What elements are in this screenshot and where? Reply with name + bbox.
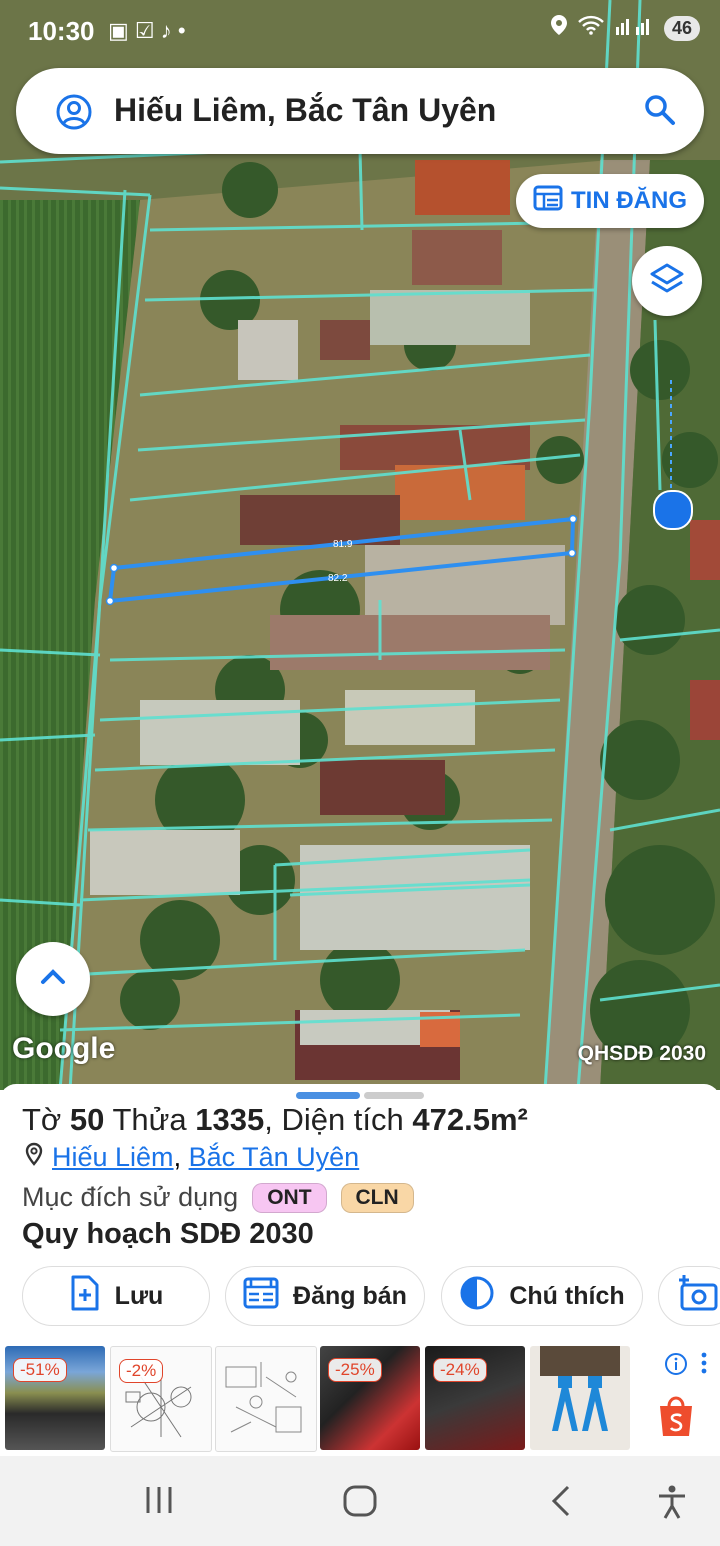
contrast-icon (459, 1275, 495, 1318)
ad-menu-icon[interactable] (698, 1350, 710, 1381)
sheet-handle[interactable] (364, 1092, 424, 1099)
add-photo-button[interactable] (658, 1266, 720, 1326)
ad-item[interactable] (215, 1346, 317, 1452)
save-label: Lưu (114, 1281, 164, 1310)
add-file-icon (69, 1275, 101, 1318)
ad-item[interactable]: -24% (425, 1346, 525, 1450)
ad-item[interactable]: -25% (320, 1346, 420, 1450)
schematic-image (225, 1362, 302, 1433)
sell-label: Đăng bán (293, 1281, 407, 1310)
listing-form-icon (243, 1277, 279, 1316)
ad-item[interactable]: -2% (110, 1346, 212, 1452)
layers-button[interactable] (632, 246, 702, 316)
commune-link[interactable]: Hiếu Liêm (52, 1142, 174, 1172)
my-location-marker (653, 490, 693, 530)
signal-icon (614, 15, 654, 41)
ad-banner[interactable]: -51% -2% -25% -24% (0, 1346, 720, 1456)
status-time: 10:30 (28, 16, 95, 46)
measure-top: 81.9 (333, 539, 353, 550)
save-button[interactable]: Lưu (22, 1266, 210, 1326)
sell-button[interactable]: Đăng bán (225, 1266, 425, 1326)
system-nav-bar (0, 1456, 720, 1546)
wifi-icon (578, 15, 604, 41)
search-icon[interactable] (642, 92, 678, 133)
ad-item[interactable] (530, 1346, 630, 1450)
status-bar: 10:30 ▣ ☑ ♪ • 46 (0, 0, 720, 62)
chevron-up-icon (39, 968, 67, 991)
google-logo: Google (12, 1032, 116, 1065)
location-row: Hiếu Liêm, Bắc Tân Uyên (24, 1142, 359, 1173)
location-icon (550, 14, 568, 42)
listing-icon (533, 185, 563, 218)
discount-badge: -51% (13, 1358, 67, 1382)
sheet-handle-active[interactable] (296, 1092, 360, 1099)
search-title: Hiếu Liêm, Bắc Tân Uyên (114, 92, 497, 128)
land-use-label: Mục đích sử dụng (22, 1182, 239, 1212)
tag-ont: ONT (252, 1182, 327, 1213)
tin-dang-button[interactable]: TIN ĐĂNG (516, 174, 704, 228)
parcel-info: Tờ 50 Thửa 1335, Diện tích 472.5m² (22, 1102, 528, 1137)
planning-title: Quy hoạch SDĐ 2030 (22, 1218, 314, 1250)
map-view[interactable]: 81.9 82.2 10:30 ▣ ☑ ♪ • 46 Hiếu Liêm, Bắ… (0, 0, 720, 1090)
layer-label: QHSDĐ 2030 (577, 1042, 706, 1065)
account-icon[interactable] (56, 94, 92, 135)
discount-badge: -25% (328, 1358, 382, 1382)
recent-apps-icon[interactable] (142, 1484, 176, 1516)
back-icon[interactable] (548, 1484, 574, 1518)
action-buttons: Lưu Đăng bán Chú thích (0, 1266, 720, 1330)
battery-indicator: 46 (663, 15, 700, 41)
land-use-row: Mục đích sử dụng ONT CLN (22, 1182, 414, 1213)
district-link[interactable]: Bắc Tân Uyên (189, 1142, 360, 1172)
tin-dang-label: TIN ĐĂNG (571, 187, 687, 214)
measure-bottom: 82.2 (328, 573, 348, 584)
legend-button[interactable]: Chú thích (441, 1266, 643, 1326)
legend-label: Chú thích (509, 1281, 625, 1310)
accessibility-icon[interactable] (656, 1484, 688, 1520)
shopee-logo-icon[interactable] (656, 1394, 696, 1443)
tag-cln: CLN (340, 1182, 414, 1213)
discount-badge: -24% (433, 1358, 487, 1382)
expand-up-button[interactable] (16, 942, 90, 1016)
jack-stand-image (540, 1346, 620, 1431)
home-icon[interactable] (342, 1484, 378, 1518)
pin-icon (24, 1142, 44, 1173)
ad-info-icon[interactable] (664, 1352, 688, 1381)
satellite-imagery: 81.9 82.2 (0, 0, 720, 1090)
camera-add-icon (678, 1274, 718, 1318)
ad-item[interactable]: -51% (5, 1346, 105, 1450)
bottom-sheet[interactable]: Tờ 50 Thửa 1335, Diện tích 472.5m² Hiếu … (0, 1084, 720, 1456)
notification-icons: ▣ ☑ ♪ • (108, 18, 186, 43)
discount-badge: -2% (119, 1359, 164, 1383)
search-bar[interactable]: Hiếu Liêm, Bắc Tân Uyên (16, 68, 704, 154)
layers-icon (649, 261, 685, 302)
